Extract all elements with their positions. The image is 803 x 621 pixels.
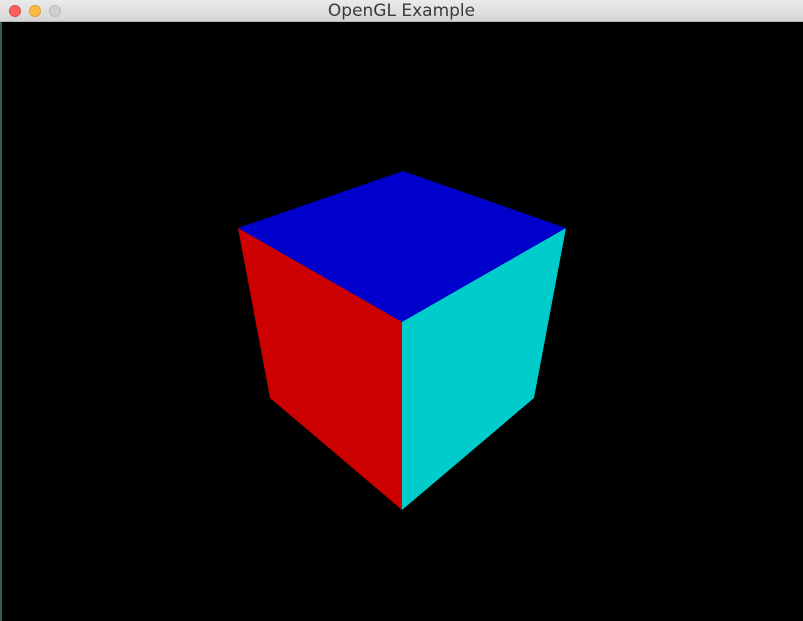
title-bar[interactable]: OpenGL Example (0, 0, 803, 22)
app-window: OpenGL Example (0, 0, 803, 621)
cube-scene (238, 171, 566, 510)
opengl-viewport[interactable] (2, 22, 803, 621)
window-title: OpenGL Example (327, 1, 476, 21)
